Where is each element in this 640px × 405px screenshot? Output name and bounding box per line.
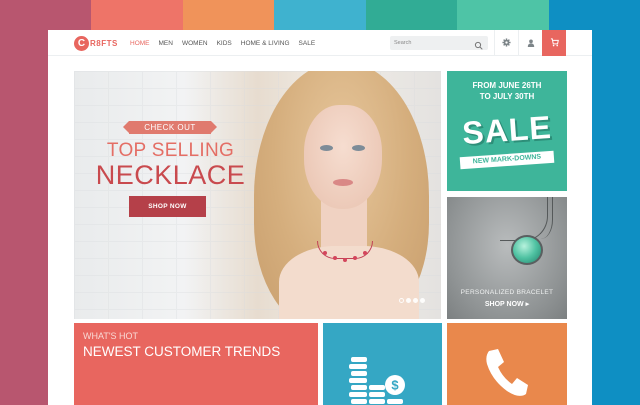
search-input[interactable] (390, 40, 474, 46)
sale-word: SALE (461, 108, 553, 152)
model-lips (333, 179, 353, 186)
trends-title: NEWEST CUSTOMER TRENDS (83, 344, 281, 359)
money-icon: $ (347, 351, 409, 405)
bracelet-shop-now-link[interactable]: SHOP NOW ▸ (447, 300, 567, 308)
model-eye (352, 145, 365, 151)
necklace-bead (353, 256, 357, 260)
gear-icon (502, 34, 511, 52)
phone-tile[interactable] (447, 323, 567, 405)
hero-banner[interactable]: CHECK OUT TOP SELLING NECKLACE SHOP NOW (74, 71, 441, 319)
necklace-bead (323, 251, 327, 255)
sale-dates-line: TO JULY 30TH (479, 92, 535, 101)
necklace-bead (363, 251, 367, 255)
carousel-dot[interactable] (413, 298, 418, 303)
trends-tile[interactable]: WHAT'S HOT NEWEST CUSTOMER TRENDS (74, 323, 318, 405)
hero-subtitle: TOP SELLING (106, 140, 235, 161)
bracelet-stone (511, 235, 543, 265)
bracelet-chain (523, 197, 553, 239)
necklace-bead (343, 258, 347, 262)
carousel-dots (399, 298, 425, 303)
necklace-bead (333, 256, 337, 260)
website-frame: C R8FTS HOME MEN WOMEN KIDS HOME & LIVIN… (48, 30, 592, 405)
trends-label: WHAT'S HOT (83, 331, 139, 341)
logo-text: R8FTS (90, 38, 118, 48)
hero-title: NECKLACE (95, 160, 246, 190)
hero-ribbon: CHECK OUT (123, 121, 217, 134)
menu-item-home-living[interactable]: HOME & LIVING (241, 40, 290, 47)
menu-item-sale[interactable]: SALE (299, 40, 316, 47)
account-button[interactable] (518, 30, 542, 56)
menu-item-men[interactable]: MEN (159, 40, 173, 47)
main-menu: HOME MEN WOMEN KIDS HOME & LIVING SALE (130, 30, 315, 56)
money-tile[interactable]: $ (323, 323, 442, 405)
cart-button[interactable] (542, 30, 566, 56)
menu-item-women[interactable]: WOMEN (182, 40, 208, 47)
svg-text:$: $ (391, 378, 399, 393)
model-eye (320, 145, 333, 151)
top-navigation: C R8FTS HOME MEN WOMEN KIDS HOME & LIVIN… (48, 30, 592, 56)
model-face (304, 105, 382, 209)
carousel-dot[interactable] (399, 298, 404, 303)
settings-button[interactable] (494, 30, 518, 56)
search-box (390, 36, 488, 50)
sale-tag: NEW MARK-DOWNS (459, 150, 555, 170)
menu-item-home[interactable]: HOME (130, 40, 150, 47)
menu-item-kids[interactable]: KIDS (217, 40, 232, 47)
logo-mark: C (74, 35, 89, 51)
carousel-dot[interactable] (406, 298, 411, 303)
cart-icon (550, 34, 559, 52)
sale-tile[interactable]: FROM JUNE 26TH TO JULY 30TH SALE NEW MAR… (447, 71, 567, 191)
search-icon[interactable] (474, 38, 484, 50)
bracelet-label: PERSONALIZED BRACELET (460, 289, 554, 296)
hero-text: CHECK OUT TOP SELLING NECKLACE SHOP NOW (74, 71, 264, 319)
carousel-dot[interactable] (420, 298, 425, 303)
user-icon (527, 34, 535, 52)
shop-now-button[interactable]: SHOP NOW (129, 196, 206, 217)
sale-dates: FROM JUNE 26TH TO JULY 30TH (447, 80, 567, 102)
sale-dates-line: FROM JUNE 26TH (472, 81, 542, 90)
phone-icon (483, 347, 529, 402)
logo[interactable]: C R8FTS (74, 35, 118, 51)
bracelet-tile[interactable]: PERSONALIZED BRACELET SHOP NOW ▸ (447, 197, 567, 319)
